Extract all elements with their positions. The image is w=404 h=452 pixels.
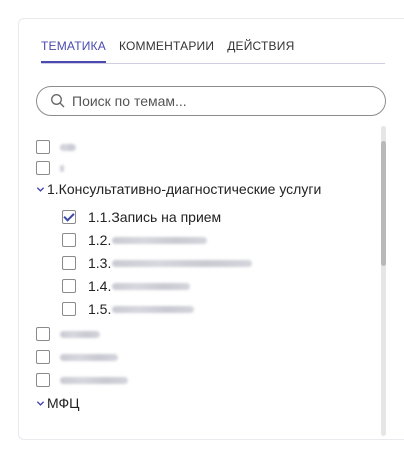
item-checkbox[interactable] [36, 373, 50, 387]
topics-panel: ТЕМАТИКА КОММЕНТАРИИ ДЕЙСТВИЯ 1.Консульт… [18, 18, 404, 440]
tree-group-mfc[interactable]: МФЦ [36, 392, 80, 414]
item-prefix: 1.3. [88, 255, 112, 271]
tree-item[interactable] [36, 369, 128, 391]
item-checkbox[interactable] [36, 161, 50, 175]
topic-tree: 1.Консультативно-диагностические услуги … [19, 19, 404, 439]
scrollbar-thumb[interactable] [381, 141, 386, 266]
chevron-down-icon[interactable] [36, 399, 45, 408]
tree-group-consult[interactable]: 1.Консультативно-диагностические услуги [36, 178, 321, 200]
redacted-label [60, 330, 100, 338]
tree-item[interactable] [36, 136, 76, 158]
tree-child-appointment[interactable]: 1.1.Запись на прием [62, 206, 221, 228]
item-checkbox[interactable] [62, 256, 76, 270]
group-label: МФЦ [47, 395, 80, 411]
tree-item[interactable] [36, 346, 118, 368]
tree-child[interactable]: 1.5. [62, 298, 195, 320]
tree-child[interactable]: 1.3. [62, 252, 253, 274]
tree-child[interactable]: 1.4. [62, 275, 191, 297]
redacted-label [60, 353, 118, 361]
redacted-label [60, 376, 128, 384]
item-checkbox-checked[interactable] [62, 210, 76, 224]
redacted-label [112, 305, 195, 313]
item-checkbox[interactable] [62, 279, 76, 293]
item-checkbox[interactable] [36, 350, 50, 364]
item-prefix: 1.5. [88, 301, 112, 317]
redacted-label [112, 259, 253, 267]
redacted-label [60, 164, 64, 172]
item-checkbox[interactable] [62, 302, 76, 316]
item-checkbox[interactable] [36, 140, 50, 154]
redacted-label [60, 143, 76, 151]
tree-child[interactable]: 1.2. [62, 229, 208, 251]
item-checkbox[interactable] [36, 327, 50, 341]
item-label: 1.1.Запись на прием [88, 209, 222, 225]
redacted-label [112, 282, 191, 290]
chevron-down-icon[interactable] [36, 185, 45, 194]
item-checkbox[interactable] [62, 233, 76, 247]
item-prefix: 1.2. [88, 232, 112, 248]
group-label: 1.Консультативно-диагностические услуги [47, 181, 322, 197]
tree-scrollbar[interactable] [381, 126, 386, 436]
redacted-label [112, 236, 208, 244]
tree-item[interactable] [36, 157, 64, 179]
item-prefix: 1.4. [88, 278, 112, 294]
tree-item[interactable] [36, 323, 100, 345]
